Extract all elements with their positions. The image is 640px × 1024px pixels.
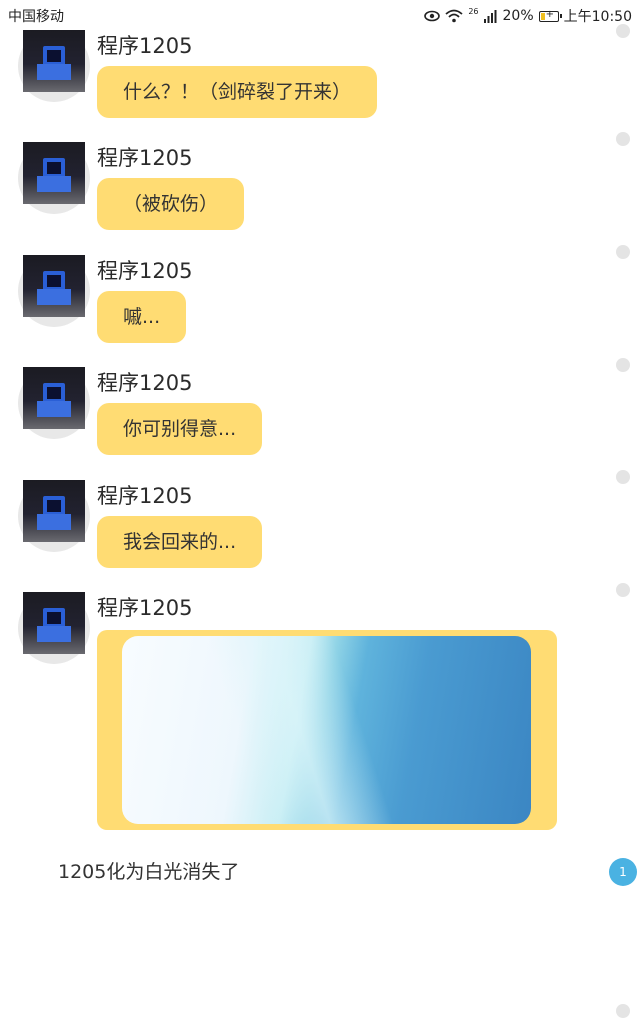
message-status-dot: [616, 245, 630, 259]
avatar-image: [23, 592, 85, 654]
signal-icon: [483, 10, 497, 23]
message-bubble[interactable]: 你可别得意...: [97, 403, 263, 455]
sky-photo[interactable]: [122, 636, 531, 824]
avatar[interactable]: [18, 592, 90, 664]
message-bubble[interactable]: （被砍伤）: [97, 178, 245, 230]
avatar-image: [23, 367, 85, 429]
system-message: 1205化为白光消失了: [58, 861, 240, 883]
avatar[interactable]: [18, 480, 90, 552]
sender-name: 程序1205: [97, 484, 193, 508]
message-bubble[interactable]: 我会回来的...: [97, 516, 263, 568]
message-status-dot: [616, 470, 630, 484]
status-icons: 26 20% + 上午10:50: [424, 6, 632, 26]
message-bubble[interactable]: 嘁...: [97, 291, 187, 343]
message-bubble[interactable]: 什么？！（剑碎裂了开来）: [97, 66, 378, 118]
clock: 上午10:50: [563, 9, 632, 25]
avatar[interactable]: [18, 367, 90, 439]
eye-icon: [424, 10, 441, 22]
message-status-dot: [616, 1004, 630, 1018]
chat-screen: 中国移动 26 20% + 上午10:50 程序1205 什么？！（剑碎裂了开来…: [0, 0, 640, 1024]
sender-name: 程序1205: [97, 34, 193, 58]
image-message-bubble[interactable]: [97, 630, 557, 830]
status-bar: 中国移动 26 20% + 上午10:50: [0, 0, 640, 30]
avatar-image: [23, 30, 85, 92]
sender-name: 程序1205: [97, 146, 193, 170]
sender-name: 程序1205: [97, 371, 193, 395]
message-status-dot: [616, 132, 630, 146]
avatar[interactable]: [18, 255, 90, 327]
wifi-icon: [445, 9, 463, 23]
avatar-image: [23, 142, 85, 204]
avatar[interactable]: [18, 30, 90, 102]
sender-name: 程序1205: [97, 596, 193, 620]
message-status-dot: [616, 24, 630, 38]
battery-percent: 20%: [502, 8, 534, 24]
avatar-image: [23, 480, 85, 542]
battery-icon: +: [538, 9, 562, 22]
network-label: 26: [468, 6, 479, 16]
avatar-image: [23, 255, 85, 317]
message-status-dot: [616, 358, 630, 372]
unread-count-badge[interactable]: 1: [609, 858, 637, 886]
carrier-label: 中国移动: [8, 9, 64, 25]
avatar[interactable]: [18, 142, 90, 214]
message-status-dot: [616, 583, 630, 597]
sender-name: 程序1205: [97, 259, 193, 283]
